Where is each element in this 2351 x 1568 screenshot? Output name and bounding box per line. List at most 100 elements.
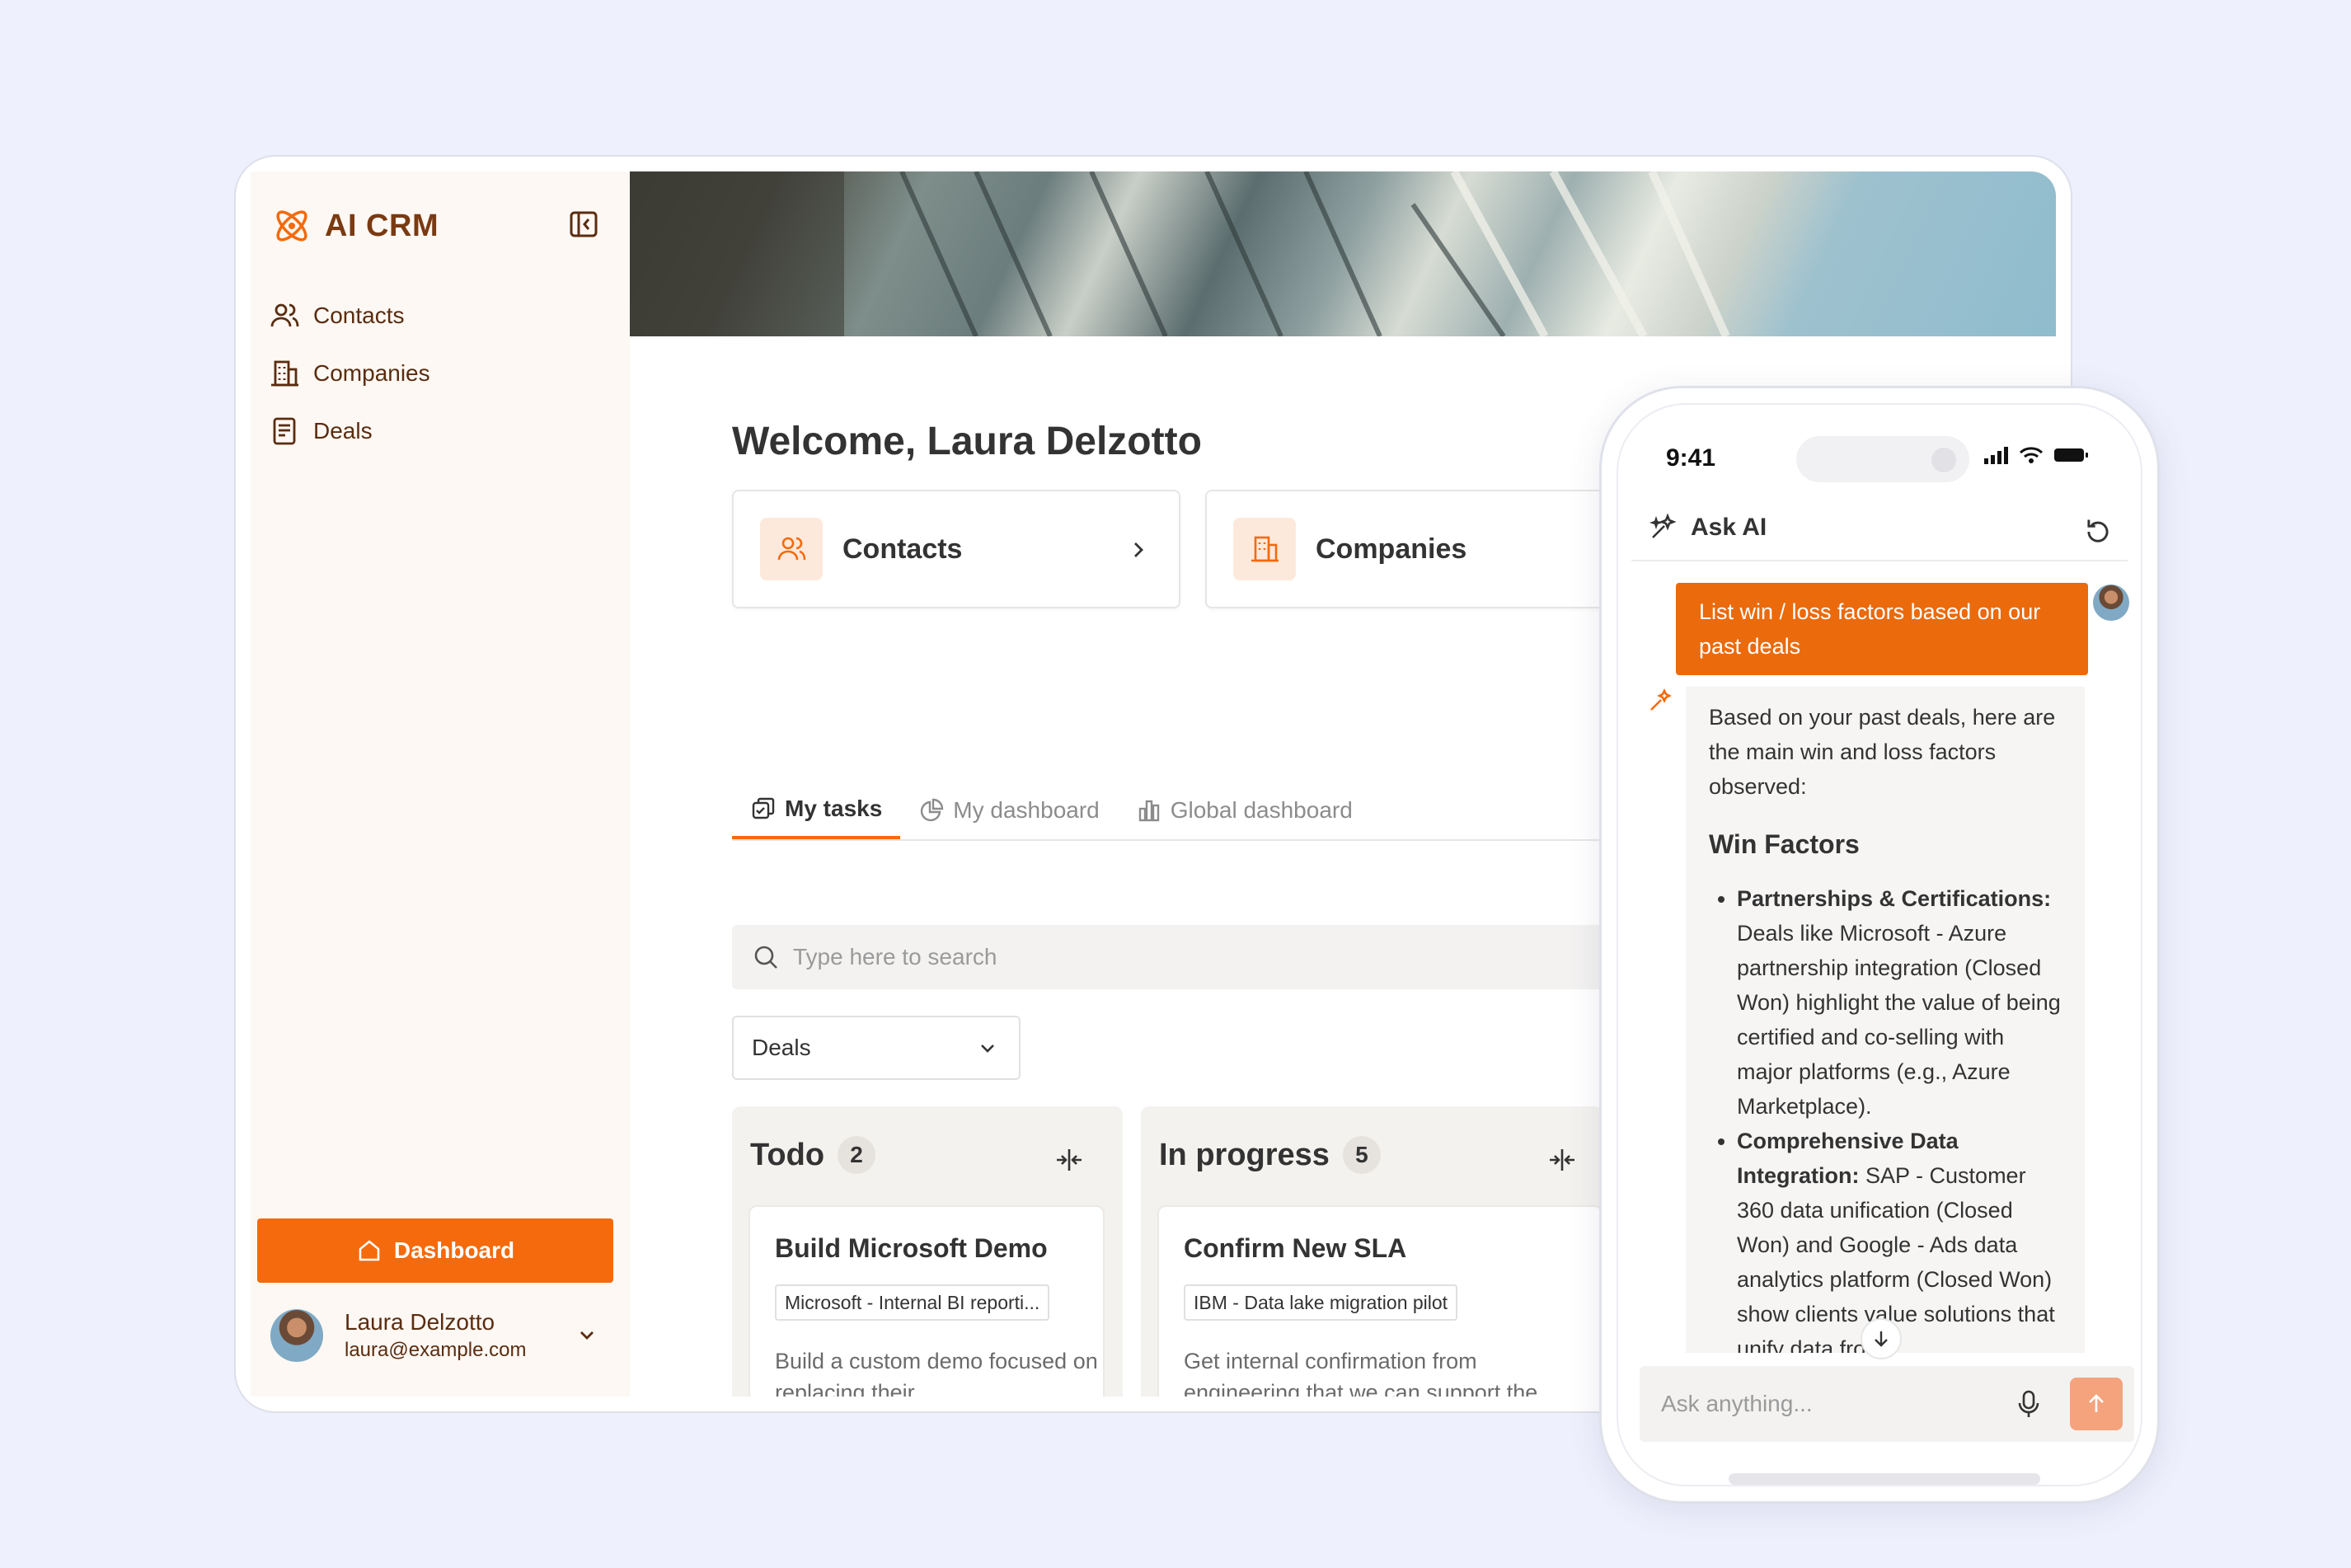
user-email: laura@example.com bbox=[345, 1339, 527, 1361]
task-card[interactable]: Build Microsoft Demo Microsoft - Interna… bbox=[748, 1205, 1105, 1397]
battery-icon bbox=[2054, 448, 2088, 462]
arrow-up-icon bbox=[2089, 1394, 2104, 1412]
ai-intro: Based on your past deals, here are the m… bbox=[1709, 705, 2056, 799]
chevron-down-icon[interactable] bbox=[575, 1324, 598, 1347]
sidebar: AI CRM Contacts Companies Deals Dashboar… bbox=[251, 171, 630, 1397]
tab-label: My dashboard bbox=[953, 797, 1100, 823]
sidebar-item-companies[interactable]: Companies bbox=[269, 345, 430, 402]
factor-title: Partnerships & Certifications: bbox=[1737, 886, 2052, 911]
task-deal-tag[interactable]: IBM - Data lake migration pilot bbox=[1184, 1284, 1458, 1321]
building-icon bbox=[271, 360, 298, 387]
sidebar-item-deals[interactable]: Deals bbox=[269, 402, 430, 460]
arrow-down-icon bbox=[1875, 1331, 1888, 1347]
phone-frame: 9:41 Ask AI List win / loss factors base… bbox=[1599, 386, 2160, 1504]
building-icon bbox=[1251, 536, 1279, 562]
card-icon-box bbox=[760, 518, 823, 580]
wifi-icon bbox=[2019, 447, 2044, 463]
factor-text: Deals like Microsoft - Azure partnership… bbox=[1737, 921, 2061, 1119]
search-input[interactable] bbox=[793, 944, 1535, 970]
contacts-card[interactable]: Contacts bbox=[732, 490, 1180, 608]
dashboard-button-label: Dashboard bbox=[393, 1237, 515, 1263]
user-name: Laura Delzotto bbox=[345, 1309, 495, 1335]
phone-screen: 9:41 Ask AI List win / loss factors base… bbox=[1617, 403, 2142, 1486]
column-title: In progress bbox=[1159, 1137, 1330, 1172]
user-info: Laura Delzotto laura@example.com bbox=[345, 1309, 526, 1362]
sidebar-item-contacts[interactable]: Contacts bbox=[269, 287, 430, 345]
kanban-column-todo: Todo 2 Build Microsoft Demo Microsoft - … bbox=[732, 1106, 1123, 1397]
chat-input[interactable] bbox=[1661, 1391, 2007, 1417]
tab-label: My tasks bbox=[785, 796, 883, 821]
task-search-bar[interactable] bbox=[732, 925, 1639, 989]
scroll-down-button[interactable] bbox=[1861, 1318, 1902, 1359]
card-label: Companies bbox=[1316, 533, 1467, 565]
search-icon bbox=[754, 946, 777, 969]
task-card[interactable]: Confirm New SLA IBM - Data lake migratio… bbox=[1157, 1205, 1603, 1397]
ai-sparkles-icon bbox=[1650, 688, 1672, 711]
companies-card[interactable]: Companies bbox=[1205, 490, 1667, 608]
select-value: Deals bbox=[752, 1035, 811, 1060]
column-header: In progress 5 bbox=[1159, 1136, 1381, 1174]
avatar bbox=[2093, 584, 2129, 621]
sidebar-nav: Contacts Companies Deals bbox=[269, 287, 430, 460]
task-description: Get internal confirmation from engineeri… bbox=[1184, 1349, 1538, 1397]
tab-my-dashboard[interactable]: My dashboard bbox=[900, 782, 1117, 839]
hero-banner-image bbox=[630, 171, 2056, 336]
column-title: Todo bbox=[750, 1137, 825, 1172]
task-title: Confirm New SLA bbox=[1184, 1233, 1407, 1263]
home-indicator bbox=[1729, 1473, 2040, 1485]
ai-factor-list: Partnerships & Certifications: Deals lik… bbox=[1709, 881, 2062, 1353]
bar-chart-icon bbox=[1138, 800, 1159, 822]
signal-icon bbox=[1984, 447, 2008, 464]
atom-logo-icon bbox=[276, 210, 307, 242]
tab-my-tasks[interactable]: My tasks bbox=[732, 782, 901, 839]
card-label: Contacts bbox=[842, 533, 963, 565]
users-icon bbox=[270, 303, 299, 327]
ai-heading: Win Factors bbox=[1709, 829, 1860, 859]
tab-bar: My tasks My dashboard Global dashboard bbox=[732, 782, 1639, 841]
chat-input-bar bbox=[1640, 1366, 2134, 1442]
microphone-icon[interactable] bbox=[2012, 1387, 2045, 1420]
camera-dot bbox=[1931, 448, 1956, 472]
tasks-icon bbox=[752, 797, 775, 819]
sidebar-item-label: Contacts bbox=[313, 303, 405, 328]
sidebar-item-label: Deals bbox=[313, 418, 373, 444]
chevron-right-icon bbox=[1134, 542, 1143, 557]
chat-header: Ask AI bbox=[1631, 495, 2128, 561]
app-name: AI CRM bbox=[325, 208, 439, 243]
sparkles-icon bbox=[1649, 513, 1677, 538]
tab-global-dashboard[interactable]: Global dashboard bbox=[1118, 782, 1371, 839]
status-time: 9:41 bbox=[1666, 444, 1716, 472]
entity-filter-select[interactable]: Deals bbox=[732, 1016, 1021, 1080]
app-logo[interactable]: AI CRM bbox=[270, 204, 439, 247]
task-deal-tag[interactable]: Microsoft - Internal BI reporti... bbox=[775, 1284, 1050, 1321]
home-icon bbox=[359, 1240, 380, 1261]
page-title: Welcome, Laura Delzotto bbox=[732, 420, 1202, 463]
ai-chat-message: Based on your past deals, here are the m… bbox=[1686, 687, 2085, 1353]
dashboard-button[interactable]: Dashboard bbox=[257, 1218, 613, 1283]
list-item: Partnerships & Certifications: Deals lik… bbox=[1737, 881, 2062, 1124]
user-chat-message: List win / loss factors based on our pas… bbox=[1676, 583, 2088, 675]
status-icons bbox=[1984, 446, 2090, 464]
collapse-column-icon[interactable] bbox=[1053, 1144, 1085, 1176]
pie-chart-icon bbox=[921, 798, 944, 822]
list-item: Comprehensive Data Integration: SAP - Cu… bbox=[1737, 1124, 2062, 1353]
task-description: Build a custom demo focused on replacing… bbox=[775, 1349, 1098, 1397]
tab-label: Global dashboard bbox=[1170, 797, 1353, 823]
user-profile[interactable]: Laura Delzotto laura@example.com bbox=[270, 1309, 617, 1362]
chevron-down-icon bbox=[981, 1045, 994, 1053]
chat-title: Ask AI bbox=[1691, 514, 1767, 541]
kanban-column-in-progress: In progress 5 Confirm New SLA IBM - Data… bbox=[1141, 1106, 1603, 1397]
sidebar-collapse-icon[interactable] bbox=[567, 208, 600, 241]
column-count-badge: 5 bbox=[1342, 1136, 1381, 1174]
users-icon bbox=[777, 537, 806, 561]
send-button[interactable] bbox=[2070, 1378, 2123, 1430]
task-title: Build Microsoft Demo bbox=[775, 1233, 1048, 1263]
card-icon-box bbox=[1233, 518, 1296, 580]
avatar bbox=[270, 1309, 323, 1362]
sidebar-item-label: Companies bbox=[313, 360, 430, 386]
document-icon bbox=[273, 417, 296, 445]
column-header: Todo 2 bbox=[750, 1136, 876, 1174]
collapse-column-icon[interactable] bbox=[1546, 1144, 1578, 1176]
refresh-icon[interactable] bbox=[2081, 515, 2114, 548]
column-count-badge: 2 bbox=[838, 1136, 876, 1174]
